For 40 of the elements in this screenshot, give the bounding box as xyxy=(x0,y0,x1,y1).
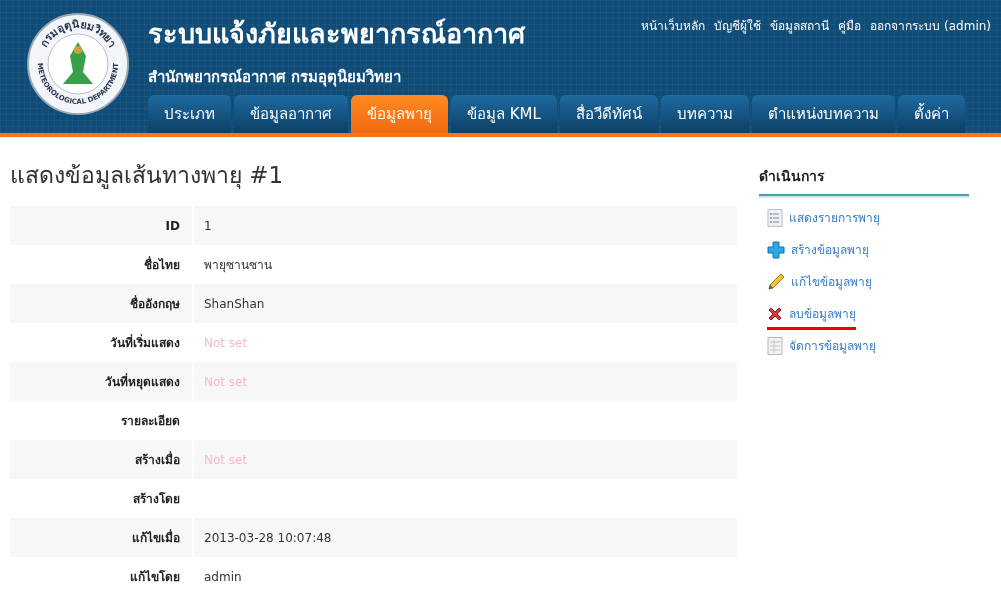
field-value: 1 xyxy=(203,218,213,233)
sidebar-heading: ดำเนินการ xyxy=(759,165,969,196)
action-link[interactable]: สร้างข้อมูลพายุ xyxy=(767,240,869,263)
field-label: ชื่ออังกฤษ xyxy=(10,284,194,323)
action-link[interactable]: แสดงรายการพายุ xyxy=(767,208,880,231)
site-title: ระบบแจ้งภัยและพยากรณ์อากาศ xyxy=(148,17,525,51)
field-value: พายุซานซาน xyxy=(203,257,273,274)
list-document-icon xyxy=(767,208,783,227)
nav-tab[interactable]: ประเภท xyxy=(148,95,231,133)
nav-link[interactable]: หน้าเว็บหลัก xyxy=(641,16,706,35)
action-link[interactable]: ลบข้อมูลพายุ xyxy=(767,304,856,327)
not-set-value: Not set xyxy=(203,335,249,350)
cross-icon xyxy=(767,305,783,322)
action-link[interactable]: แก้ไขข้อมูลพายุ xyxy=(767,272,872,295)
site-subtitle: สำนักพยากรณ์อากาศ กรมอุตุนิยมวิทยา xyxy=(148,67,402,89)
nav-tab[interactable]: สื่อวีดีทัศน์ xyxy=(559,95,658,133)
nav-tab[interactable]: ตำแหน่งบทความ xyxy=(751,95,895,133)
not-set-value: Not set xyxy=(203,452,249,467)
nav-tab[interactable]: ข้อมูล KML xyxy=(451,95,557,133)
field-value: admin xyxy=(203,569,243,584)
nav-tab[interactable]: ข้อมูลอากาศ xyxy=(234,95,348,133)
nav-link[interactable]: ออกจากระบบ (admin) xyxy=(870,16,991,35)
field-label: วันที่หยุดแสดง xyxy=(10,362,194,401)
pencil-icon xyxy=(767,272,785,291)
field-label: แก้ไขเมื่อ xyxy=(10,518,194,557)
page-title: แสดงข้อมูลเส้นทางพายุ #1 xyxy=(10,161,285,191)
nav-tab[interactable]: บทความ xyxy=(660,95,749,133)
nav-tab[interactable]: ตั้งค่า xyxy=(897,95,965,133)
table-document-icon xyxy=(767,336,783,355)
nav-link[interactable]: ข้อมูลสถานี xyxy=(770,16,830,35)
field-value: 2013-03-28 10:07:48 xyxy=(203,530,333,545)
nav-link[interactable]: คู่มือ xyxy=(838,16,862,35)
not-set-value: Not set xyxy=(203,374,249,389)
plus-icon xyxy=(767,240,785,259)
field-label: แก้ไขโดย xyxy=(10,557,194,594)
field-value: ShanShan xyxy=(203,296,266,311)
action-link[interactable]: จัดการข้อมูลพายุ xyxy=(767,336,876,359)
field-label: สร้างเมื่อ xyxy=(10,440,194,479)
field-label: ID xyxy=(10,206,194,245)
nav-link[interactable]: บัญชีผู้ใช้ xyxy=(714,16,762,35)
